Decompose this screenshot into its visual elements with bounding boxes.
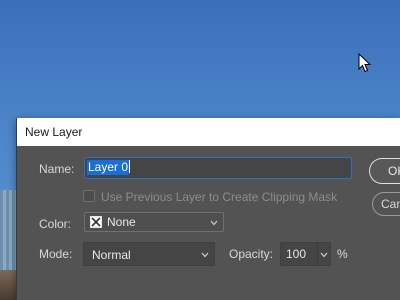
cancel-button[interactable]: Cancel — [372, 192, 400, 216]
blend-mode-select[interactable]: Normal — [83, 242, 215, 266]
ok-button[interactable]: OK — [369, 158, 400, 184]
color-label: Color: — [39, 217, 72, 231]
dialog-title: New Layer — [25, 125, 83, 139]
mode-label: Mode: — [39, 247, 73, 261]
opacity-input[interactable]: 100 — [280, 242, 318, 266]
cancel-button-label: Cancel — [381, 197, 400, 211]
clipping-mask-label: Use Previous Layer to Create Clipping Ma… — [101, 190, 338, 204]
opacity-label: Opacity: — [229, 247, 274, 261]
layer-name-input[interactable]: Layer 0 — [84, 157, 352, 179]
color-select[interactable]: None — [84, 212, 224, 232]
clipping-mask-checkbox[interactable] — [83, 190, 95, 202]
opacity-dropdown-button[interactable] — [317, 242, 331, 266]
blend-mode-value: Normal — [92, 248, 131, 262]
layer-name-value: Layer 0 — [87, 160, 130, 175]
new-layer-dialog: New Layer Name: Layer 0 OK Cancel Use Pr… — [16, 118, 400, 300]
chevron-down-icon — [320, 252, 328, 258]
text-caret — [129, 160, 131, 173]
opacity-unit: % — [337, 247, 348, 261]
color-select-value: None — [107, 215, 136, 229]
opacity-value: 100 — [286, 247, 307, 261]
name-label: Name: — [39, 162, 75, 176]
chevron-down-icon — [210, 220, 218, 226]
chevron-down-icon — [201, 252, 209, 258]
none-swatch-icon — [90, 216, 102, 228]
ok-button-label: OK — [388, 164, 400, 178]
dialog-titlebar[interactable]: New Layer — [17, 118, 400, 146]
mouse-pointer-icon — [358, 53, 372, 73]
